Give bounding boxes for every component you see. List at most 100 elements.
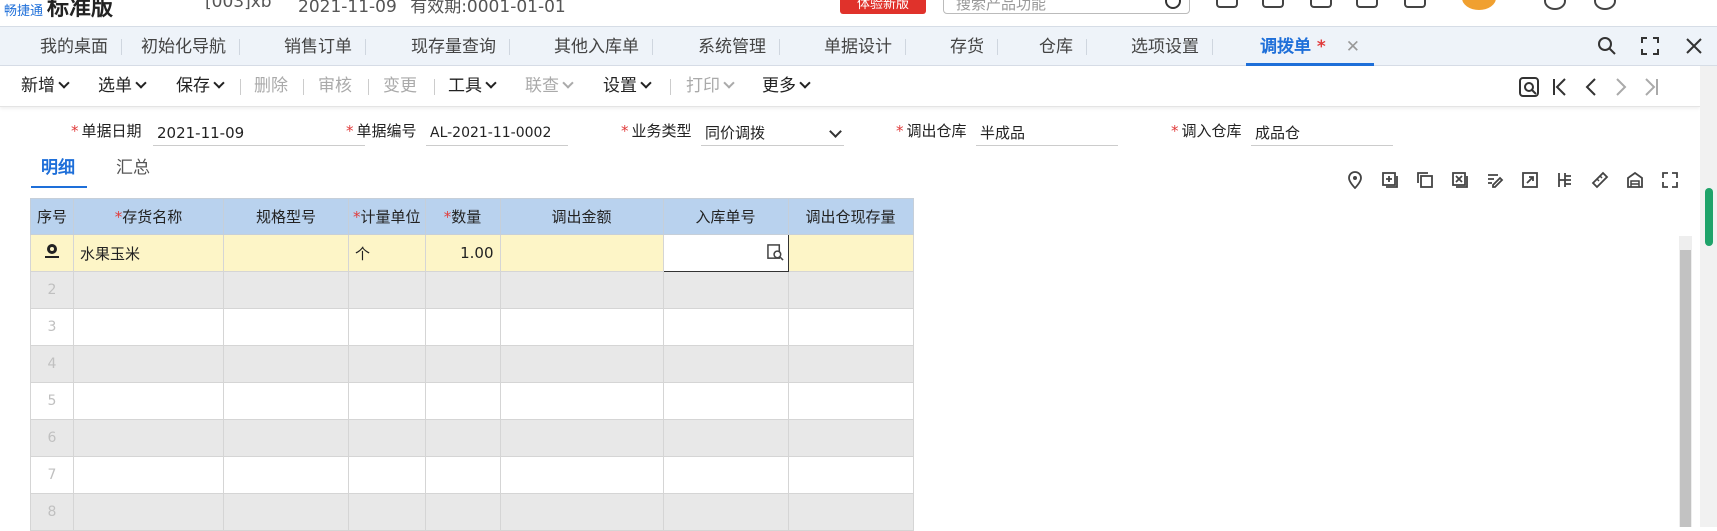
cell-name[interactable]: [73, 493, 224, 531]
settings-button[interactable]: 设置: [603, 66, 652, 106]
cell-spec[interactable]: [223, 493, 349, 531]
cell-spec[interactable]: [223, 345, 349, 383]
tab-other-inbound[interactable]: 其他入库单: [540, 27, 653, 65]
trial-new-version-button[interactable]: 体验新版: [840, 0, 926, 14]
cell-amount[interactable]: [499, 271, 664, 309]
measure-icon[interactable]: [1591, 171, 1609, 189]
edit-icon[interactable]: [1486, 171, 1504, 189]
preview-icon[interactable]: [1518, 76, 1540, 98]
select-button[interactable]: 选单: [98, 66, 147, 106]
cell-in-no[interactable]: [662, 382, 789, 420]
col-qty[interactable]: *数量: [424, 198, 501, 235]
cell-unit[interactable]: 个: [348, 234, 426, 272]
account-name[interactable]: [003]xb: [205, 0, 272, 12]
user-icon[interactable]: [1594, 0, 1616, 10]
search-icon[interactable]: [1165, 0, 1181, 9]
new-button[interactable]: 新增: [21, 66, 70, 106]
export-icon[interactable]: [1521, 171, 1539, 189]
audit-button[interactable]: 审核: [318, 66, 352, 106]
cell-unit[interactable]: [348, 345, 426, 383]
tab-warehouse[interactable]: 仓库: [1025, 27, 1087, 65]
cell-qty[interactable]: [424, 456, 501, 494]
tab-inventory[interactable]: 存货: [936, 27, 998, 65]
tab-my-desktop[interactable]: 我的桌面: [26, 27, 122, 65]
table-row[interactable]: 7: [30, 456, 914, 494]
cell-in-no[interactable]: [662, 271, 789, 309]
close-window-icon[interactable]: [1684, 36, 1704, 56]
cell-stock[interactable]: [787, 493, 914, 531]
print-button[interactable]: 打印: [686, 66, 735, 106]
cell-unit[interactable]: [348, 308, 426, 346]
cell-in-no[interactable]: [662, 493, 789, 531]
cell-stock[interactable]: [787, 234, 914, 272]
tab-summary[interactable]: 汇总: [116, 156, 150, 180]
cell-spec[interactable]: [223, 419, 349, 457]
warehouse-icon[interactable]: [1626, 171, 1644, 189]
more-button[interactable]: 更多: [762, 66, 811, 106]
cell-unit[interactable]: [348, 493, 426, 531]
tools-button[interactable]: 工具: [448, 66, 497, 106]
row-settings-cell[interactable]: [30, 234, 74, 272]
cell-qty[interactable]: [424, 382, 501, 420]
cell-amount[interactable]: [499, 419, 664, 457]
cell-name[interactable]: [73, 456, 224, 494]
cell-name[interactable]: [73, 419, 224, 457]
tab-option-settings[interactable]: 选项设置: [1117, 27, 1213, 65]
cell-amount[interactable]: [499, 456, 664, 494]
grid-scrollbar-thumb[interactable]: [1680, 250, 1691, 527]
tab-sales-order[interactable]: 销售订单: [270, 27, 366, 65]
cell-in-no[interactable]: [662, 308, 789, 346]
cell-stock[interactable]: [787, 308, 914, 346]
cell-unit[interactable]: [348, 456, 426, 494]
cell-spec[interactable]: [223, 234, 349, 272]
cell-in-no[interactable]: [662, 345, 789, 383]
prev-page-icon[interactable]: [1582, 76, 1600, 98]
cell-qty[interactable]: [424, 308, 501, 346]
search-icon[interactable]: [1597, 36, 1617, 56]
col-in-no[interactable]: 入库单号: [662, 198, 789, 235]
cell-name[interactable]: [73, 308, 224, 346]
copy-row-icon[interactable]: [1416, 171, 1434, 189]
cell-spec[interactable]: [223, 382, 349, 420]
cell-stock[interactable]: [787, 456, 914, 494]
cell-stock[interactable]: [787, 345, 914, 383]
tab-transfer-order[interactable]: 调拨单 * ✕: [1246, 27, 1374, 66]
cell-stock[interactable]: [787, 271, 914, 309]
cell-amount[interactable]: [499, 308, 664, 346]
task-list-icon[interactable]: [1262, 0, 1284, 8]
col-seq[interactable]: 序号: [30, 198, 74, 235]
gear-icon[interactable]: [43, 242, 61, 260]
save-button[interactable]: 保存: [176, 66, 225, 106]
locate-icon[interactable]: [1346, 171, 1364, 189]
cell-in-no[interactable]: [662, 234, 789, 272]
first-page-icon[interactable]: [1551, 76, 1569, 98]
table-row[interactable]: 4: [30, 345, 914, 383]
tab-init-guide[interactable]: 初始化导航: [127, 27, 240, 65]
tab-system-admin[interactable]: 系统管理: [684, 27, 780, 65]
close-tab-icon[interactable]: ✕: [1346, 37, 1360, 57]
out-warehouse-input[interactable]: 半成品: [976, 120, 1118, 146]
avatar[interactable]: [1462, 0, 1496, 10]
cell-name[interactable]: [73, 382, 224, 420]
delete-button[interactable]: 删除: [254, 66, 288, 106]
last-page-icon[interactable]: [1642, 76, 1660, 98]
cell-name[interactable]: [73, 345, 224, 383]
col-amount[interactable]: 调出金额: [499, 198, 664, 235]
col-spec[interactable]: 规格型号: [223, 198, 349, 235]
product-search-input[interactable]: 搜索产品功能: [943, 0, 1190, 14]
cell-in-no[interactable]: [662, 419, 789, 457]
page-scrollbar-thumb[interactable]: [1705, 188, 1713, 246]
table-row[interactable]: 3: [30, 308, 914, 346]
next-page-icon[interactable]: [1612, 76, 1630, 98]
help-icon[interactable]: [1544, 0, 1566, 10]
store-icon[interactable]: [1216, 0, 1238, 8]
cell-qty[interactable]: [424, 345, 501, 383]
cell-spec[interactable]: [223, 456, 349, 494]
cell-unit[interactable]: [348, 271, 426, 309]
maximize-icon[interactable]: [1640, 36, 1660, 56]
tab-form-design[interactable]: 单据设计: [810, 27, 906, 65]
message-icon[interactable]: [1310, 0, 1332, 8]
table-row[interactable]: 2: [30, 271, 914, 309]
table-row[interactable]: 6: [30, 419, 914, 457]
cell-amount[interactable]: [499, 493, 664, 531]
